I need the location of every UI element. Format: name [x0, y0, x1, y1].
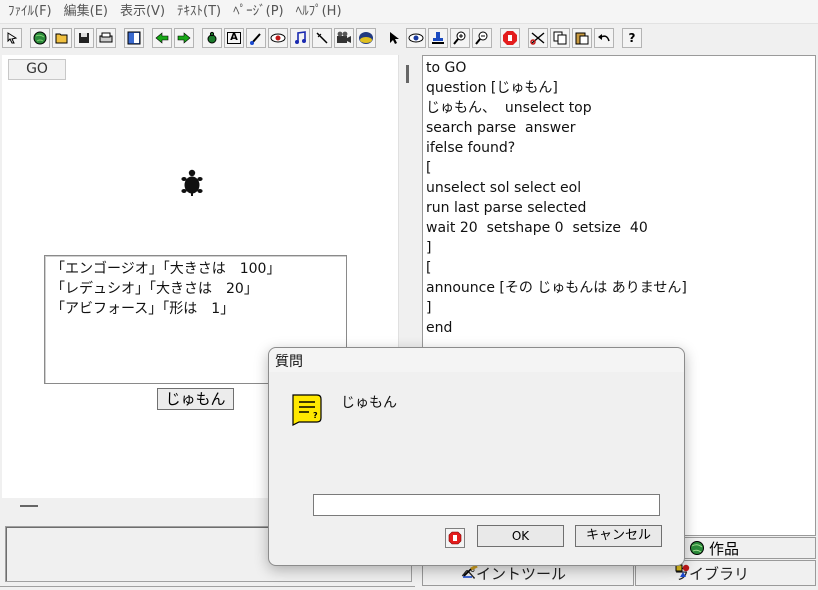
svg-text:?: ?: [313, 411, 318, 420]
help-icon[interactable]: ?: [622, 28, 642, 48]
text-a-icon[interactable]: A: [224, 28, 244, 48]
stop-hand-icon[interactable]: [445, 528, 465, 548]
print-icon[interactable]: [96, 28, 116, 48]
code-line: [: [426, 160, 432, 176]
toolbar: A ?: [0, 25, 818, 51]
layout-icon[interactable]: [124, 28, 144, 48]
select-mode-icon[interactable]: [2, 28, 22, 48]
zoom-in-icon[interactable]: [450, 28, 470, 48]
paste-icon[interactable]: [572, 28, 592, 48]
menu-view[interactable]: 表示(V): [116, 0, 169, 24]
save-icon[interactable]: [74, 28, 94, 48]
code-line: ]: [426, 240, 432, 256]
code-line: ]: [426, 300, 432, 316]
code-line: じゅもん、 unselect top: [426, 100, 592, 116]
code-line: question [じゅもん]: [426, 80, 558, 96]
undo-icon[interactable]: [594, 28, 614, 48]
turtle-icon[interactable]: [180, 169, 204, 197]
menu-edit[interactable]: 編集(E): [60, 0, 112, 24]
menu-bar: ﾌｧｲﾙ(F) 編集(E) 表示(V) ﾃｷｽﾄ(T) ﾍﾟｰｼﾞ(P) ﾍﾙﾌ…: [0, 0, 818, 24]
menu-page[interactable]: ﾍﾟｰｼﾞ(P): [229, 0, 287, 24]
zoom-out-icon[interactable]: [472, 28, 492, 48]
code-line: to GO: [426, 60, 467, 76]
code-line: wait 20 setshape 0 setsize 40: [426, 220, 648, 236]
menu-help[interactable]: ﾍﾙﾌﾟ(H): [292, 0, 346, 24]
open-folder-icon[interactable]: [52, 28, 72, 48]
globe-icon[interactable]: [30, 28, 50, 48]
pointer-icon[interactable]: [384, 28, 404, 48]
code-line: [: [426, 260, 432, 276]
question-note-icon: ?: [292, 394, 322, 426]
object-icon[interactable]: [356, 28, 376, 48]
dialog-titlebar[interactable]: 質問: [269, 348, 684, 372]
question-dialog: 質問 ? じゅもん OK キャンセル: [268, 347, 685, 566]
cancel-button[interactable]: キャンセル: [575, 525, 662, 547]
eye-icon[interactable]: [406, 28, 426, 48]
stop-hand-icon[interactable]: [500, 28, 520, 48]
code-line: announce [その じゅもんは ありません]: [426, 280, 687, 296]
jumon-button[interactable]: じゅもん: [157, 388, 234, 410]
paint-tool-icon[interactable]: [246, 28, 266, 48]
list-item: 「エンゴージオ」「大きさは 100」: [51, 261, 281, 277]
scissors-icon[interactable]: [528, 28, 548, 48]
menu-text[interactable]: ﾃｷｽﾄ(T): [173, 0, 225, 24]
code-line: end: [426, 320, 453, 336]
bottom-strip: [0, 586, 415, 590]
list-item: 「アビフォース」「形は 1」: [51, 301, 235, 317]
dialog-prompt: じゅもん: [341, 395, 397, 411]
code-line: ifelse found?: [426, 140, 516, 156]
arrow-left-icon[interactable]: [152, 28, 172, 48]
scroll-thumb[interactable]: [406, 65, 409, 83]
list-item: 「レデュシオ」「大きさは 20」: [51, 281, 258, 297]
ok-button[interactable]: OK: [477, 525, 564, 547]
scroll-thumb[interactable]: [20, 505, 38, 507]
shapes-icon: [675, 564, 690, 577]
film-camera-icon[interactable]: [334, 28, 354, 48]
stamp-icon[interactable]: [428, 28, 448, 48]
globe-icon: [690, 541, 704, 555]
tab-sakuhin[interactable]: 作品: [684, 537, 816, 559]
brush-icon: [463, 564, 478, 578]
go-button[interactable]: GO: [8, 59, 66, 80]
code-line: unselect sol select eol: [426, 180, 582, 196]
answer-input[interactable]: [313, 494, 660, 516]
copy-icon[interactable]: [550, 28, 570, 48]
menu-file[interactable]: ﾌｧｲﾙ(F): [4, 0, 56, 24]
eye-record-icon[interactable]: [268, 28, 288, 48]
turtle-icon[interactable]: [202, 28, 222, 48]
wand-icon[interactable]: [312, 28, 332, 48]
arrow-right-icon[interactable]: [174, 28, 194, 48]
tab-label: 作品: [709, 539, 740, 558]
dialog-title: 質問: [275, 354, 303, 370]
code-line: run last parse selected: [426, 200, 587, 216]
code-line: search parse answer: [426, 120, 576, 136]
music-note-icon[interactable]: [290, 28, 310, 48]
